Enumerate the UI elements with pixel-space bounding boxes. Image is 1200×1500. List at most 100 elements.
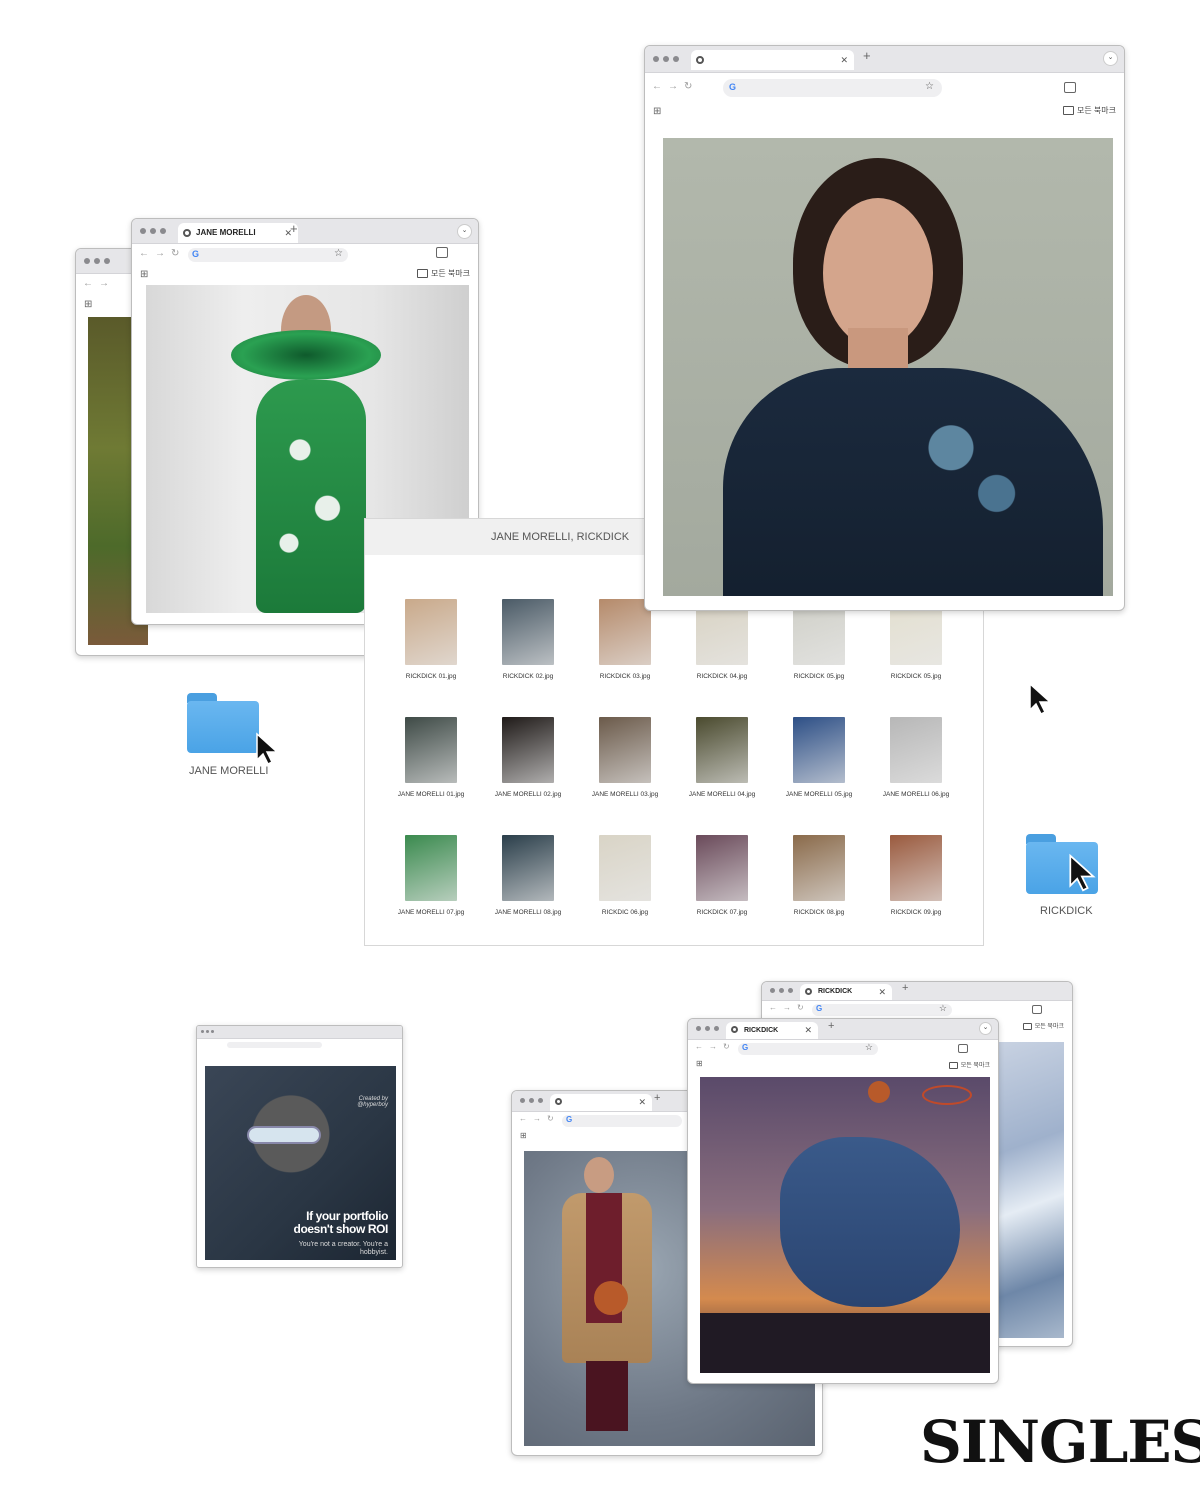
nav-buttons[interactable]: ←→↻ (519, 1114, 560, 1123)
google-icon: G (729, 82, 737, 92)
tab-empty[interactable]: ✕ (550, 1094, 652, 1111)
window-controls[interactable] (201, 1030, 214, 1033)
star-icon[interactable]: ☆ (865, 1042, 873, 1053)
apps-icon[interactable]: ⊞ (696, 1059, 703, 1068)
close-tab-icon[interactable]: ✕ (878, 984, 886, 1000)
toolbar: ←→↻ G ☆ (762, 1001, 1072, 1019)
tab-jane-morelli[interactable]: JANE MORELLI ✕ (178, 223, 298, 243)
window-controls[interactable] (84, 258, 110, 264)
file-name: RICKDICK 07.jpg (696, 909, 748, 916)
close-tab-icon[interactable]: ✕ (840, 50, 848, 70)
star-icon[interactable]: ☆ (334, 248, 343, 259)
window-controls[interactable] (653, 56, 679, 62)
window-controls[interactable] (696, 1026, 719, 1031)
apps-icon[interactable]: ⊞ (653, 106, 661, 117)
bookmark-bar (197, 1051, 402, 1061)
browser-window-portrait[interactable]: ✕ + ⌄ ←→↻ G ☆ ⊞ 모든 북마크 (644, 45, 1125, 611)
browser-window-ad[interactable]: Created by @hyperboy If your portfolio d… (196, 1025, 403, 1268)
file-item[interactable]: JANE MORELLI 08.jpg (480, 835, 576, 916)
file-item[interactable]: RICKDICK 05.jpg (868, 599, 964, 680)
tab-rickdick[interactable]: RICKDICK ✕ (726, 1022, 818, 1039)
nav-buttons[interactable]: ←→↻ (769, 1003, 810, 1012)
star-icon[interactable]: ☆ (939, 1003, 947, 1014)
all-bookmarks[interactable]: 모든 북마크 (416, 268, 470, 279)
navy-jacket (723, 368, 1103, 596)
window-controls[interactable] (520, 1098, 543, 1103)
basketball (594, 1281, 628, 1315)
folder-icon (416, 269, 428, 279)
extensions-icon[interactable] (1032, 1005, 1042, 1014)
folder-jane-morelli-icon[interactable] (187, 693, 259, 753)
file-name: RICKDIC 06.jpg (601, 909, 649, 916)
tab-rickdick[interactable]: RICKDICK ✕ (800, 984, 892, 1000)
file-item[interactable]: JANE MORELLI 05.jpg (771, 717, 867, 798)
all-bookmarks[interactable]: 모든 북마크 (948, 1060, 990, 1069)
address-bar[interactable]: G ☆ (188, 248, 348, 262)
file-item[interactable]: RICKDICK 02.jpg (480, 599, 576, 680)
new-tab-button[interactable]: + (902, 982, 908, 994)
chrome-icon (555, 1098, 562, 1105)
file-item[interactable]: RICKDICK 09.jpg (868, 835, 964, 916)
tab-empty[interactable]: ✕ (691, 50, 854, 70)
file-item[interactable]: JANE MORELLI 03.jpg (577, 717, 673, 798)
nav-buttons[interactable]: ←→↻ (695, 1042, 736, 1051)
browser-window-dunk[interactable]: RICKDICK ✕ + ⌄ ←→↻ G ☆ ⊞ 모든 북마크 (687, 1018, 999, 1384)
green-collar (231, 330, 381, 380)
extensions-icon[interactable] (958, 1044, 968, 1053)
file-item[interactable]: JANE MORELLI 02.jpg (480, 717, 576, 798)
new-tab-button[interactable]: + (828, 1020, 834, 1032)
apps-icon[interactable]: ⊞ (520, 1131, 527, 1140)
file-item[interactable]: JANE MORELLI 01.jpg (383, 717, 479, 798)
cursor-arrow-icon (1069, 853, 1096, 892)
folder-jane-morelli-label: JANE MORELLI (189, 765, 269, 777)
apps-icon[interactable]: ⊞ (84, 299, 92, 310)
extensions-icon[interactable] (436, 247, 448, 258)
new-tab-button[interactable]: + (654, 1092, 660, 1104)
file-name: JANE MORELLI 04.jpg (688, 791, 756, 798)
file-item[interactable]: RICKDICK 03.jpg (577, 599, 673, 680)
file-item[interactable]: RICKDICK 04.jpg (674, 599, 770, 680)
file-item[interactable]: RICKDIC 06.jpg (577, 835, 673, 916)
toolbar (197, 1039, 402, 1051)
close-tab-icon[interactable]: ✕ (804, 1022, 812, 1039)
chrome-icon (183, 229, 191, 237)
file-item[interactable]: JANE MORELLI 04.jpg (674, 717, 770, 798)
bookmark-bar: ⊞ 모든 북마크 (132, 266, 478, 282)
address-bar[interactable] (227, 1042, 322, 1048)
nav-buttons[interactable]: ←→↻ (652, 81, 698, 92)
address-bar[interactable]: G ☆ (738, 1042, 878, 1055)
file-item[interactable]: RICKDICK 01.jpg (383, 599, 479, 680)
star-icon[interactable]: ☆ (925, 81, 934, 92)
file-item[interactable]: JANE MORELLI 07.jpg (383, 835, 479, 916)
file-item[interactable]: RICKDICK 05.jpg (771, 599, 867, 680)
file-name: RICKDICK 05.jpg (890, 673, 942, 680)
cursor-arrow-icon (1029, 682, 1052, 716)
all-bookmarks[interactable]: 모든 북마크 (1062, 105, 1116, 116)
singles-logo: SINGLES (920, 1408, 1200, 1476)
new-tab-button[interactable]: + (863, 48, 871, 63)
nav-buttons[interactable]: ←→ (83, 278, 115, 289)
window-controls[interactable] (770, 988, 793, 993)
all-bookmarks[interactable]: 모든 북마크 (1022, 1021, 1064, 1030)
chevron-down-icon[interactable]: ⌄ (457, 224, 472, 239)
file-thumbnail (405, 599, 457, 665)
extensions-icon[interactable] (1064, 82, 1076, 93)
close-tab-icon[interactable]: ✕ (638, 1094, 646, 1111)
address-bar[interactable]: G ☆ (812, 1003, 952, 1016)
apps-icon[interactable]: ⊞ (140, 269, 148, 280)
file-browser-title: JANE MORELLI, RICKDICK (365, 519, 645, 555)
file-item[interactable]: JANE MORELLI 06.jpg (868, 717, 964, 798)
chevron-down-icon[interactable]: ⌄ (979, 1022, 992, 1035)
toolbar: ←→↻ G ☆ (645, 73, 1124, 103)
file-name: RICKDICK 03.jpg (599, 673, 651, 680)
toolbar: ←→↻ G ☆ (688, 1040, 998, 1058)
nav-buttons[interactable]: ←→↻ (139, 248, 185, 259)
address-bar[interactable]: G ☆ (723, 79, 942, 97)
file-item[interactable]: RICKDICK 08.jpg (771, 835, 867, 916)
new-tab-button[interactable]: + (290, 221, 298, 236)
window-controls[interactable] (140, 228, 166, 234)
file-item[interactable]: RICKDICK 07.jpg (674, 835, 770, 916)
address-bar[interactable]: G (562, 1115, 682, 1127)
ad-headline: If your portfolio doesn't show ROI (293, 1209, 389, 1236)
chevron-down-icon[interactable]: ⌄ (1103, 51, 1118, 66)
